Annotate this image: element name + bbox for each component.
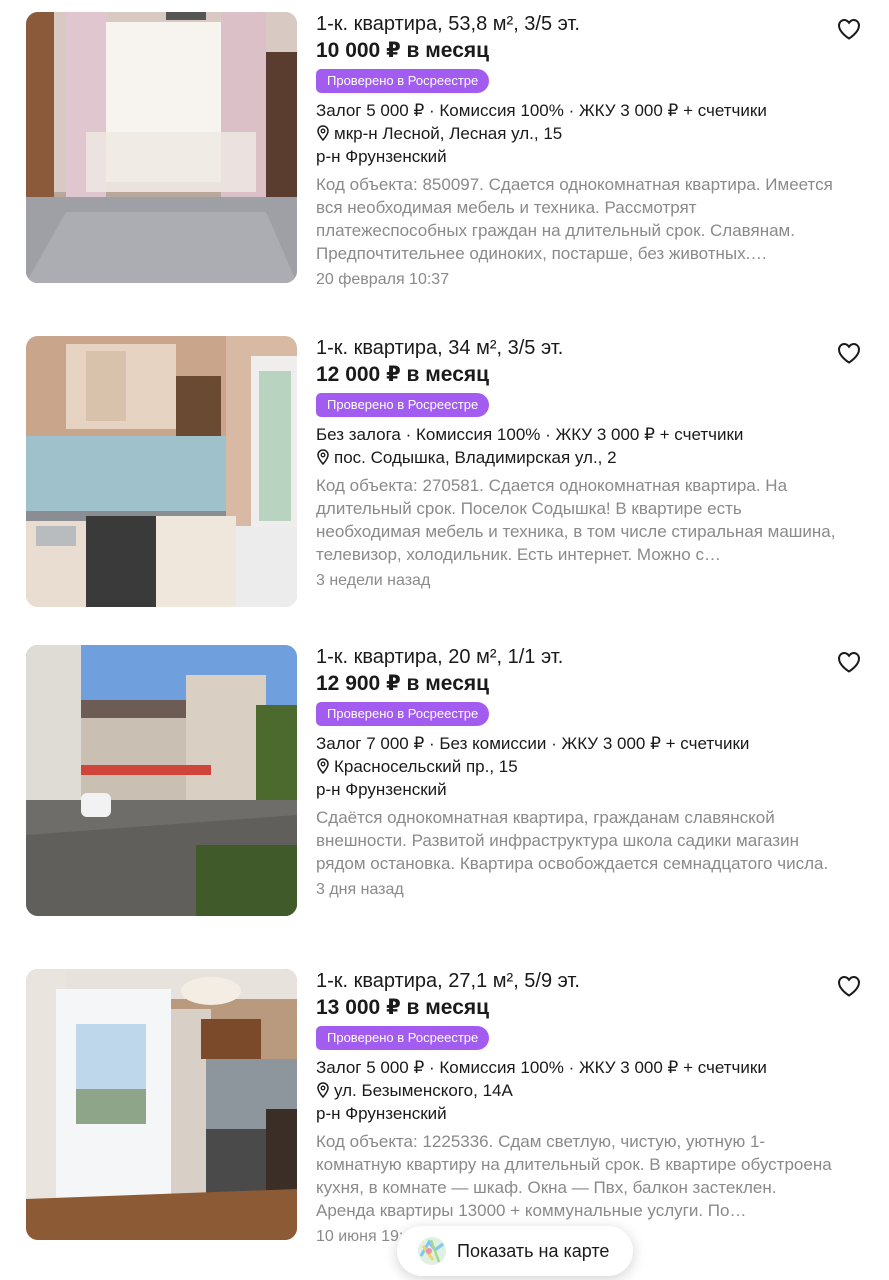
listing-date: 3 недели назад — [316, 572, 431, 589]
listing-price: 12 900 ₽ в месяц — [316, 672, 490, 695]
listing-description: Код объекта: 270581. Сдается однокомнатн… — [316, 476, 836, 564]
verified-badge: Проверено в Росреестре — [316, 393, 490, 417]
location-pin-icon — [317, 449, 329, 465]
listing-date: 20 февраля 10:37 — [316, 271, 450, 288]
listing-photo[interactable] — [26, 12, 297, 283]
verified-badge: Проверено в Росреестре — [316, 702, 490, 726]
listing-price: 10 000 ₽ в месяц — [316, 39, 490, 62]
address-text: мкр-н Лесной, Лесная ул., 15 — [334, 124, 563, 143]
location-pin-icon — [317, 125, 329, 141]
favorite-heart-icon[interactable] — [837, 342, 861, 364]
listing-title[interactable]: 1-к. квартира, 20 м², 1/1 эт. — [316, 645, 836, 669]
listing-address: ул. Безыменского, 14А — [316, 1079, 836, 1102]
listing-photo[interactable] — [26, 969, 297, 1240]
favorite-heart-icon[interactable] — [837, 651, 861, 673]
listing-info: 1-к. квартира, 20 м², 1/1 эт. 12 900 ₽ в… — [316, 645, 836, 901]
show-on-map-label: Показать на карте — [457, 1240, 610, 1261]
listing-info: 1-к. квартира, 27,1 м², 5/9 эт. 13 000 ₽… — [316, 969, 836, 1248]
listing-terms: Залог 7 000 ₽ · Без комиссии · ЖКУ 3 000… — [316, 734, 750, 753]
favorite-heart-icon[interactable] — [837, 18, 861, 40]
listing-terms: Залог 5 000 ₽ · Комиссия 100% · ЖКУ 3 00… — [316, 1058, 767, 1077]
address-text: пос. Содышка, Владимирская ул., 2 — [334, 448, 617, 467]
verified-badge: Проверено в Росреестре — [316, 1026, 490, 1050]
map-icon — [418, 1237, 446, 1265]
listing-photo[interactable] — [26, 645, 297, 916]
listing-info: 1-к. квартира, 34 м², 3/5 эт. 12 000 ₽ в… — [316, 336, 836, 592]
address-text: Красносельский пр., 15 — [334, 757, 518, 776]
location-pin-icon — [317, 1082, 329, 1098]
listing-address: мкр-н Лесной, Лесная ул., 15 — [316, 122, 836, 145]
show-on-map-button[interactable]: Показать на карте — [397, 1226, 633, 1276]
listing-description: Код объекта: 850097. Сдается однокомнатн… — [316, 175, 833, 263]
listing-district: р-н Фрунзенский — [316, 147, 447, 166]
listing-address: Красносельский пр., 15 — [316, 755, 836, 778]
listing-price: 12 000 ₽ в месяц — [316, 363, 490, 386]
listing-price: 13 000 ₽ в месяц — [316, 996, 490, 1019]
listing-title[interactable]: 1-к. квартира, 53,8 м², 3/5 эт. — [316, 12, 836, 36]
listing-district: р-н Фрунзенский — [316, 780, 447, 799]
listing-photo[interactable] — [26, 336, 297, 607]
listing-date: 3 дня назад — [316, 881, 404, 898]
listing-address: пос. Содышка, Владимирская ул., 2 — [316, 446, 836, 469]
favorite-heart-icon[interactable] — [837, 975, 861, 997]
verified-badge: Проверено в Росреестре — [316, 69, 490, 93]
listing-title[interactable]: 1-к. квартира, 34 м², 3/5 эт. — [316, 336, 836, 360]
listing-terms: Без залога · Комиссия 100% · ЖКУ 3 000 ₽… — [316, 425, 744, 444]
listing-title[interactable]: 1-к. квартира, 27,1 м², 5/9 эт. — [316, 969, 836, 993]
listing-terms: Залог 5 000 ₽ · Комиссия 100% · ЖКУ 3 00… — [316, 101, 767, 120]
listing-description: Сдаётся однокомнатная квартира, граждана… — [316, 808, 829, 873]
listing-description: Код объекта: 1225336. Сдам светлую, чист… — [316, 1132, 832, 1220]
listing-district: р-н Фрунзенский — [316, 1104, 447, 1123]
listing-info: 1-к. квартира, 53,8 м², 3/5 эт. 10 000 ₽… — [316, 12, 836, 291]
address-text: ул. Безыменского, 14А — [334, 1081, 513, 1100]
location-pin-icon — [317, 758, 329, 774]
